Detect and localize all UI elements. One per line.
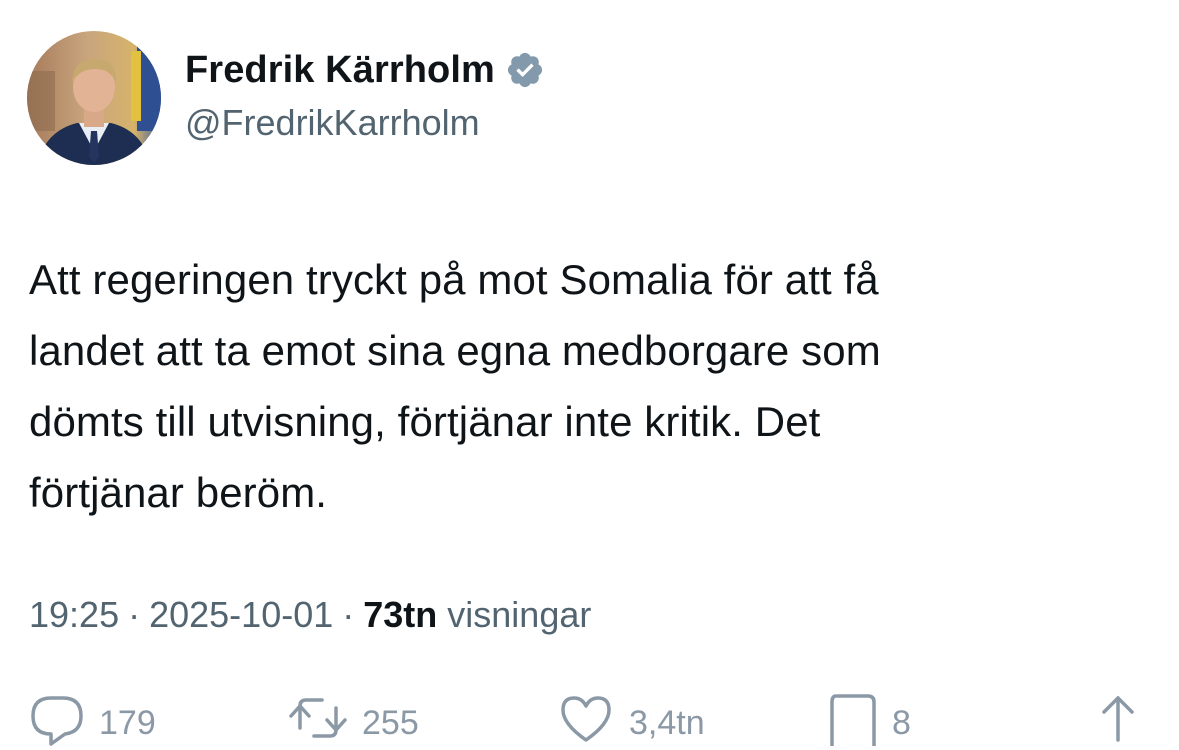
verified-badge-icon[interactable]: [505, 50, 545, 90]
like-count: 3,4tn: [629, 704, 705, 742]
avatar[interactable]: [27, 31, 161, 165]
tweet-date[interactable]: 2025-10-01: [149, 594, 333, 636]
name-row: Fredrik Kärrholm: [185, 44, 545, 96]
tweet-meta: 19:25 · 2025-10-01 · 73tn visningar: [29, 594, 591, 636]
bookmark-icon: [830, 694, 876, 746]
share-icon: [1102, 696, 1134, 742]
like-button[interactable]: 3,4tn: [557, 690, 705, 746]
repost-icon: [289, 698, 347, 738]
author-block: Fredrik Kärrholm @FredrikKarrholm: [185, 44, 545, 144]
bookmark-button[interactable]: 8: [828, 690, 911, 746]
display-name[interactable]: Fredrik Kärrholm: [185, 49, 495, 92]
tweet-text: Att regeringen tryckt på mot Somalia för…: [29, 256, 881, 516]
meta-separator: ·: [128, 594, 141, 635]
tweet: Fredrik Kärrholm @FredrikKarrholm Att re…: [0, 0, 1179, 746]
views-label: visningar: [447, 594, 592, 635]
reply-count: 179: [99, 704, 156, 742]
bookmark-count: 8: [892, 704, 911, 742]
reply-icon: [31, 696, 83, 746]
repost-count: 255: [362, 704, 419, 742]
reply-button[interactable]: 179: [29, 690, 156, 746]
repost-button[interactable]: 255: [288, 690, 419, 746]
tweet-time[interactable]: 19:25: [29, 594, 119, 636]
meta-separator: ·: [342, 594, 355, 635]
like-icon: [561, 696, 611, 742]
views-count[interactable]: 73tn: [363, 594, 437, 636]
handle[interactable]: @FredrikKarrholm: [185, 102, 545, 144]
action-bar: 179 255 3,4tn 8: [0, 690, 1179, 750]
share-button[interactable]: [1090, 690, 1146, 746]
